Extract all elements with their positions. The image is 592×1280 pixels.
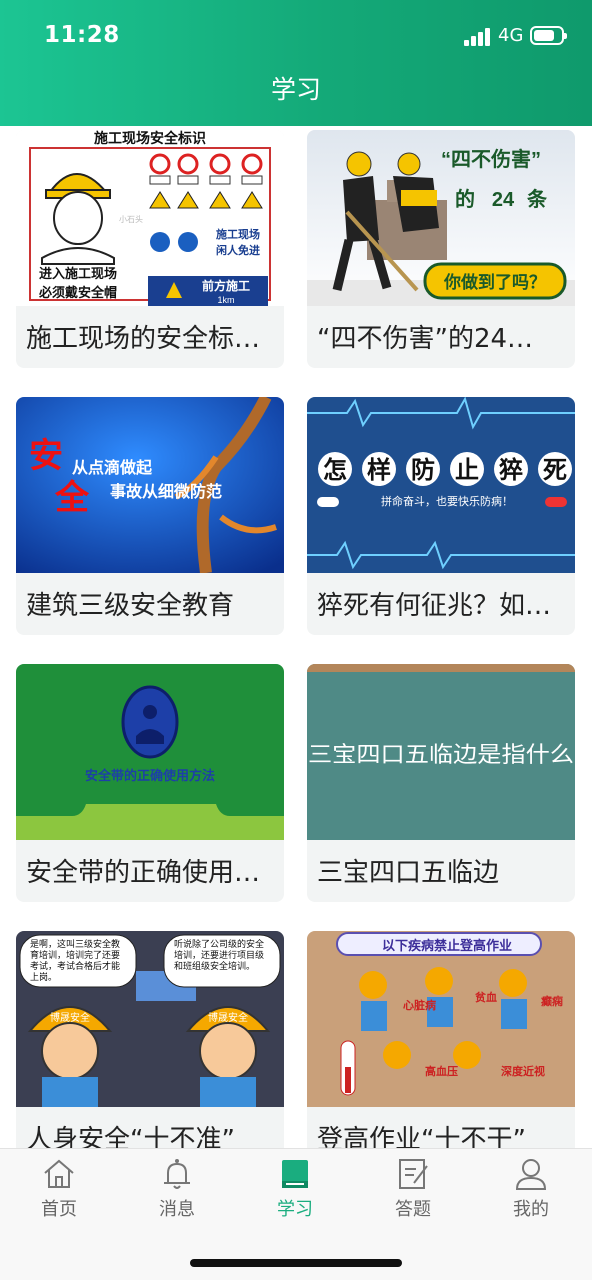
thumb-text: 进入施工现场 [39,266,117,281]
safety-signs-image: 施工现场安全标识 进入施工现场 必须戴安全帽 施工现场 闲人免进 前方施工 1k… [16,130,284,306]
course-thumbnail: 怎 样 防 止 猝 死 拼命奋斗，也要快乐防病！ [307,397,575,573]
thumb-text: 三宝四口五临边是指什么 [308,742,574,767]
thumb-watermark: 小石头 [119,214,143,224]
user-icon [515,1159,547,1190]
tab-label: 消息 [159,1199,195,1220]
tab-home[interactable]: 首页 [0,1157,118,1227]
course-thumbnail: 是啊，这叫三级安全教育培训，培训完了还要考试，考试合格后才能上岗。 听说除了公司… [16,931,284,1107]
tab-label: 答题 [395,1199,431,1220]
thumb-text: 从点滴做起 [72,458,153,477]
course-card[interactable]: 三宝四口五临边是指什么 三宝四口五临边 [307,664,575,902]
thumb-text: 博晟安全 [50,1011,90,1024]
thumb-text: 贫血 [475,990,497,1004]
home-indicator[interactable] [190,1259,402,1267]
thumb-text: 条 [527,187,548,211]
safety-education-image: 安 全 从点滴做起 事故从细微防范 [16,397,284,573]
personal-safety-image: 是啊，这叫三级安全教育培训，培训完了还要考试，考试合格后才能上岗。 听说除了公司… [16,931,284,1107]
course-thumbnail: 施工现场安全标识 进入施工现场 必须戴安全帽 施工现场 闲人免进 前方施工 1k… [16,130,284,306]
bell-icon [164,1159,190,1189]
tab-label: 学习 [277,1199,313,1220]
thumb-text: 心脏病 [403,998,436,1012]
thumb-text: 高血压 [425,1064,458,1078]
signal-icon [464,28,492,46]
height-work-image: 以下疾病禁止登高作业 心脏病 贫血 癫痫 高血压 深度近视 [307,931,575,1107]
course-thumbnail: 安 全 从点滴做起 事故从细微防范 [16,397,284,573]
thumb-text: 深度近视 [501,1064,545,1078]
course-title: “四不伤害”的24… [317,324,534,354]
edit-paper-icon [399,1159,428,1189]
tab-messages[interactable]: 消息 [118,1157,236,1227]
course-card[interactable]: 安全带的正确使用方法 安全带的正确使用… [16,664,284,902]
tab-label: 首页 [41,1199,77,1220]
course-card[interactable]: 以下疾病禁止登高作业 心脏病 贫血 癫痫 高血压 深度近视 登高作业“十不干” [307,931,575,1148]
course-title: 登高作业“十不干” [317,1125,526,1148]
tab-quiz[interactable]: 答题 [354,1157,472,1227]
course-grid: 施工现场安全标识 进入施工现场 必须戴安全帽 施工现场 闲人免进 前方施工 1k… [0,126,592,1148]
thumb-text: 拼命奋斗，也要快乐防病！ [381,494,513,508]
thumb-text: 前方施工 [202,278,250,293]
three-treasures-image: 三宝四口五临边是指什么 [307,664,575,840]
tab-profile[interactable]: 我的 [472,1157,590,1227]
thumb-text: 防 [411,456,435,484]
thumb-text: 样 [367,456,391,484]
course-card[interactable]: 施工现场安全标识 进入施工现场 必须戴安全帽 施工现场 闲人免进 前方施工 1k… [16,130,284,368]
course-title: 猝死有何征兆？如… [317,591,552,621]
thumb-text: 你做到了吗？ [443,272,546,292]
battery-icon [530,26,567,45]
course-title: 人身安全“十不准” [26,1125,235,1148]
four-no-harm-image: “四不伤害” 的 24 条 你做到了吗？ [307,130,575,306]
thumb-text: 施工现场 [216,227,260,241]
thumb-text: 安全带的正确使用方法 [85,768,215,783]
book-icon [282,1160,308,1188]
tab-label: 我的 [513,1199,549,1220]
course-thumbnail: 三宝四口五临边是指什么 [307,664,575,840]
thumb-text: 事故从细微防范 [110,482,222,501]
course-title: 建筑三级安全教育 [26,591,235,621]
thumb-text: 全 [54,478,90,517]
app-header: 11:28 4G 学习 [0,0,592,126]
thumb-title: 施工现场安全标识 [94,130,206,146]
thumb-text: 以下疾病禁止登高作业 [382,938,512,953]
house-icon [44,1159,74,1188]
course-card[interactable]: 是啊，这叫三级安全教育培训，培训完了还要考试，考试合格后才能上岗。 听说除了公司… [16,931,284,1148]
thumb-text: 癫痫 [541,994,563,1008]
network-type: 4G [498,25,524,46]
thumb-text: 止 [455,457,479,484]
thumb-text: 死 [543,458,567,484]
thumb-text: “四不伤害” [441,147,541,171]
course-title: 三宝四口五临边 [317,858,500,888]
status-time: 11:28 [44,22,120,48]
course-title: 施工现场的安全标… [26,324,261,354]
thumb-text: 必须戴安全帽 [38,285,117,300]
thumb-text: 闲人免进 [216,243,260,257]
thumb-text: 1km [217,295,234,305]
course-title: 安全带的正确使用… [26,858,261,888]
course-thumbnail: 安全带的正确使用方法 [16,664,284,840]
tab-study[interactable]: 学习 [236,1157,354,1227]
thumb-text: 是啊，这叫三级安全教育培训，培训完了还要考试，考试合格后才能上岗。 [30,939,121,982]
course-card[interactable]: 安 全 从点滴做起 事故从细微防范 建筑三级安全教育 [16,397,284,635]
thumb-text: 听说除了公司级的安全培训，还要进行项目级和班组级安全培训。 [174,939,265,971]
course-thumbnail: 以下疾病禁止登高作业 心脏病 贫血 癫痫 高血压 深度近视 [307,931,575,1107]
course-card[interactable]: 怎 样 防 止 猝 死 拼命奋斗，也要快乐防病！ 猝死有何征兆？如… [307,397,575,635]
course-card[interactable]: “四不伤害” 的 24 条 你做到了吗？ “四不伤害”的24… [307,130,575,368]
sudden-death-image: 怎 样 防 止 猝 死 拼命奋斗，也要快乐防病！ [307,397,575,573]
thumb-text: 猝 [499,456,523,484]
thumb-text: 的 [455,187,475,211]
course-thumbnail: “四不伤害” 的 24 条 你做到了吗？ [307,130,575,306]
thumb-text: 安 [29,437,63,475]
thumb-text: 怎 [323,456,347,484]
thumb-text: 博晟安全 [208,1011,248,1024]
safety-belt-image: 安全带的正确使用方法 [16,664,284,840]
thumb-text: 24 [492,189,515,211]
page-title: 学习 [270,75,321,104]
